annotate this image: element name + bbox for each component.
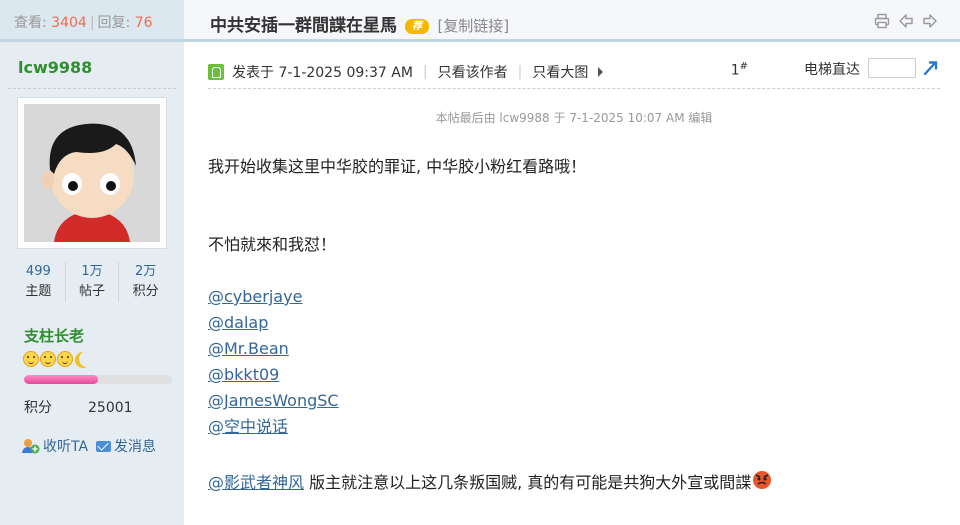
floor-value: 1 [730, 62, 740, 79]
smiley-icon [40, 351, 56, 367]
follow-label: 收听TA [43, 439, 89, 455]
views-count: 3404 [51, 15, 87, 31]
floor-mark: # [739, 61, 748, 72]
views-label: 查看: [14, 15, 47, 31]
thread-tools [874, 13, 938, 29]
post-body: 我开始收集这里中华胶的罪证, 中华胶小粉红看路哦！ 不怕就來和我怼！ @cybe… [208, 156, 940, 494]
post-line: 不怕就來和我怼！ [208, 235, 337, 254]
mail-icon [96, 440, 112, 452]
count-posts[interactable]: 1万 帖子 [64, 262, 119, 302]
points-value: 25001 [88, 400, 133, 416]
divider [8, 88, 176, 89]
points-row: 积分 25001 [24, 397, 133, 417]
mention-link[interactable]: @空中说话 [208, 417, 288, 436]
prev-thread-icon[interactable] [898, 13, 914, 29]
thread-title-bar: 中共安插一群間諜在星馬荐 [复制链接] [184, 0, 960, 42]
replies-label: 回复: [97, 15, 131, 31]
rank-progress-fill [24, 375, 98, 384]
copy-link-button[interactable]: [复制链接] [437, 17, 509, 35]
post-line: 我开始收集这里中华胶的罪证, 中华胶小粉红看路哦！ [208, 157, 587, 176]
elevator-label: 电梯直达 [804, 62, 860, 78]
smiley-icon [57, 351, 73, 367]
post-main: 中共安插一群間諜在星馬荐 [复制链接] 发表于 7-1-2025 09:37 A… [184, 0, 960, 525]
author-counts: 499 主题 1万 帖子 2万 积分 [12, 262, 172, 302]
posted-at: 发表于 7-1-2025 09:37 AM [232, 65, 413, 81]
floor-number[interactable]: 1# [731, 61, 748, 79]
points-label: 积分 [24, 400, 52, 416]
rank-icons [23, 351, 95, 367]
replies-count: 76 [134, 15, 153, 31]
follow-icon [22, 439, 40, 454]
count-points-label: 积分 [132, 284, 159, 299]
play-triangle-icon[interactable] [598, 67, 604, 77]
author-actions: 收听TA 发消息 [22, 436, 156, 456]
avatar-image [24, 104, 160, 242]
count-threads-label: 主题 [25, 284, 52, 299]
rank-title: 支柱长老 [24, 327, 85, 345]
author-sidebar: 查看: 3404|回复: 76 lcw9988 499 主题 1万 帖子 2 [0, 0, 184, 525]
rank-progress-bar [24, 375, 172, 384]
online-icon [208, 64, 224, 80]
angry-emoji [753, 471, 772, 489]
large-image-link[interactable]: 只看大图 [532, 62, 588, 82]
message-label: 发消息 [114, 439, 157, 455]
count-threads[interactable]: 499 主题 [12, 262, 65, 302]
mention-link[interactable]: @cyberjaye [208, 287, 302, 306]
mention-link[interactable]: @dalap [208, 313, 268, 332]
count-points-value: 2万 [135, 264, 157, 279]
thread-stats: 查看: 3404 | 回复: 76 [0, 0, 184, 42]
print-icon[interactable] [874, 13, 890, 29]
post-meta-bar: 发表于 7-1-2025 09:37 AM | 只看该作者 | 只看大图 1# … [208, 58, 940, 86]
moon-icon [79, 351, 95, 367]
mention-link[interactable]: @JamesWongSC [208, 391, 339, 410]
author-username[interactable]: lcw9988 [0, 42, 184, 88]
post-text: 版主就注意以上这几条叛国贼, 真的有可能是共狗大外宣或間諜 [304, 473, 752, 492]
smiley-icon [23, 351, 39, 367]
count-points[interactable]: 2万 积分 [118, 262, 172, 302]
recommended-badge: 荐 [405, 19, 429, 34]
post-line: @影武者神风 版主就注意以上这几条叛国贼, 真的有可能是共狗大外宣或間諜 [208, 468, 940, 494]
author-only-link[interactable]: 只看该作者 [438, 62, 508, 82]
next-thread-icon[interactable] [922, 13, 938, 29]
elevator-go-icon[interactable] [922, 58, 940, 78]
thread-title: 中共安插一群間諜在星馬 [210, 16, 397, 36]
elevator-input[interactable] [868, 58, 916, 78]
count-posts-value: 1万 [81, 264, 103, 279]
divider [208, 88, 940, 89]
count-threads-value: 499 [25, 264, 51, 279]
send-message-button[interactable]: 发消息 [96, 436, 156, 456]
avatar[interactable] [17, 97, 167, 249]
count-posts-label: 帖子 [79, 284, 106, 299]
mention-link[interactable]: @影武者神风 [208, 473, 304, 492]
follow-button[interactable]: 收听TA [22, 436, 88, 456]
mention-link[interactable]: @bkkt09 [208, 365, 279, 384]
edit-note: 本帖最后由 lcw9988 于 7-1-2025 10:07 AM 编辑 [435, 111, 713, 125]
mention-link[interactable]: @Mr.Bean [208, 339, 289, 358]
